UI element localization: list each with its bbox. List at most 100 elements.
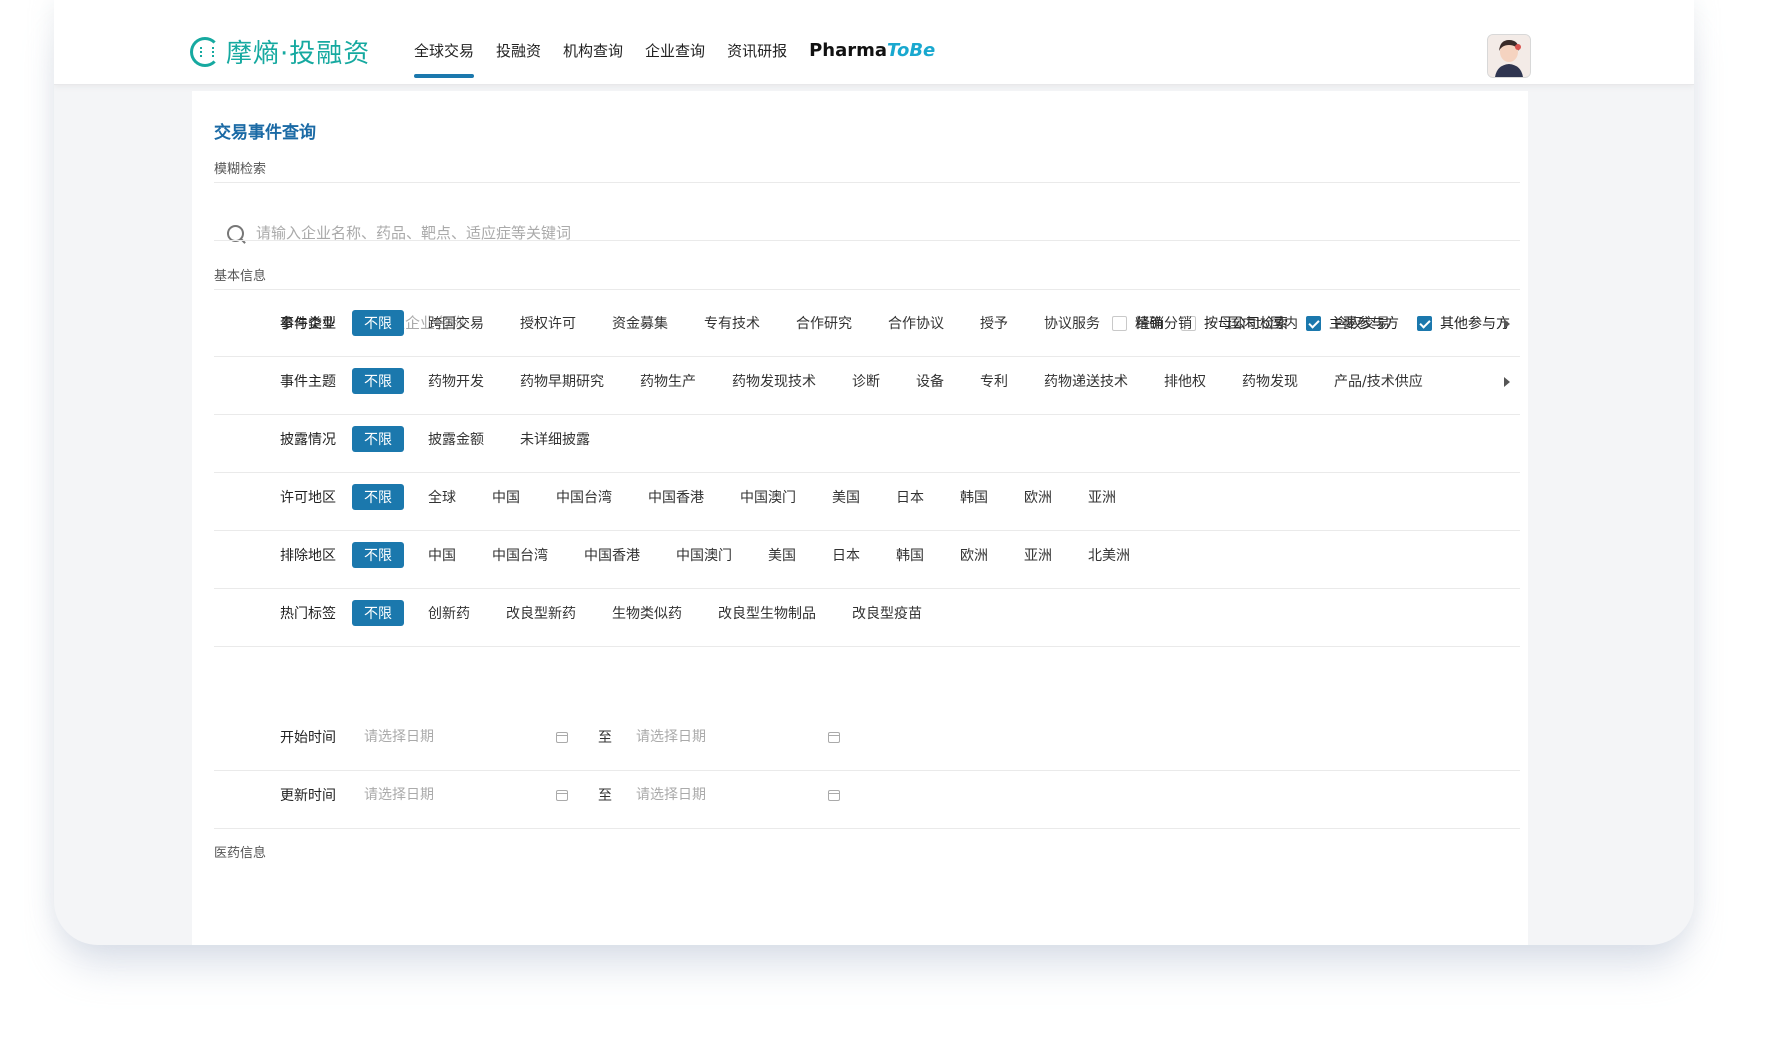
- filter-option[interactable]: 日本: [896, 487, 924, 507]
- filter-option[interactable]: 日本: [832, 545, 860, 565]
- filter-option[interactable]: 中国香港: [584, 545, 640, 565]
- start-date-to-input[interactable]: [634, 728, 828, 746]
- disclosure-options: 不限 披露金额 未详细披露: [352, 426, 626, 452]
- filter-option[interactable]: 协议服务: [1044, 313, 1100, 333]
- update-date-row: 更新时间 至: [214, 762, 1520, 829]
- filter-option[interactable]: 中国: [492, 487, 520, 507]
- brand-logo[interactable]: 摩熵·投融资: [190, 33, 370, 70]
- nav-item-institutions[interactable]: 机构查询: [563, 40, 623, 61]
- nav-item-pharmatobe[interactable]: PharmaToBe: [809, 40, 935, 61]
- expand-arrow-icon[interactable]: [1504, 377, 1510, 387]
- update-date-to-input[interactable]: [634, 786, 828, 804]
- filter-option[interactable]: 中国澳门: [740, 487, 796, 507]
- filter-option[interactable]: 中国澳门: [676, 545, 732, 565]
- start-date-range: 至: [362, 727, 870, 747]
- start-date-row: 开始时间 至: [214, 704, 1520, 771]
- filter-option[interactable]: 资金募集: [612, 313, 668, 333]
- user-avatar[interactable]: [1487, 34, 1531, 78]
- license-region-label: 许可地区: [280, 490, 336, 506]
- filter-option[interactable]: 中国香港: [648, 487, 704, 507]
- filter-option[interactable]: 欧洲: [1024, 487, 1052, 507]
- filter-option[interactable]: 中国: [428, 545, 456, 565]
- calendar-icon[interactable]: [556, 731, 568, 743]
- filter-option[interactable]: 诊断: [852, 371, 880, 391]
- event-theme-options: 不限 药物开发 药物早期研究 药物生产 药物发现技术 诊断 设备 专利 药物递送技术 排他权 药物发…: [352, 368, 1459, 394]
- filter-option[interactable]: 未详细披露: [520, 429, 590, 449]
- filter-option[interactable]: 含权交易: [1334, 313, 1390, 333]
- option-unlimited[interactable]: 不限: [352, 484, 404, 510]
- start-date-from-input[interactable]: [362, 728, 556, 746]
- option-unlimited[interactable]: 不限: [352, 426, 404, 452]
- nav-item-global-trade[interactable]: 全球交易: [414, 40, 475, 78]
- filter-option[interactable]: 药物生产: [640, 371, 696, 391]
- nav-item-financing[interactable]: 投融资: [496, 40, 541, 61]
- filter-option[interactable]: 美国: [768, 545, 796, 565]
- license-region-options: 不限 全球 中国 中国台湾 中国香港 中国澳门 美国 日本 韩国 欧洲 亚洲: [352, 484, 1152, 510]
- filter-option[interactable]: 韩国: [896, 545, 924, 565]
- app-window: 摩熵·投融资 全球交易 投融资 机构查询 企业查询 资讯研报 PharmaToB…: [54, 0, 1694, 945]
- filter-option[interactable]: 经销分销: [1136, 313, 1192, 333]
- event-theme-row: 事件主题 不限 药物开发 药物早期研究 药物生产 药物发现技术 诊断 设备 专利 药物递送技术 排他…: [214, 348, 1520, 415]
- disclosure-label: 披露情况: [280, 432, 336, 448]
- avatar-icon: [1488, 35, 1530, 77]
- event-type-options: 不限 跨国交易 授权许可 资金募集 专有技术 合作研究 合作协议 授予 协议服务 经销分销 国内to…: [352, 310, 1426, 336]
- filter-option[interactable]: 国内to国内: [1228, 313, 1298, 333]
- fuzzy-search-box[interactable]: [214, 200, 1520, 266]
- exclude-region-label: 排除地区: [280, 548, 336, 564]
- filter-option[interactable]: 亚洲: [1088, 487, 1116, 507]
- filter-option[interactable]: 药物发现技术: [732, 371, 816, 391]
- filter-option[interactable]: 北美洲: [1088, 545, 1130, 565]
- filter-option[interactable]: 药物递送技术: [1044, 371, 1128, 391]
- filter-option[interactable]: 跨国交易: [428, 313, 484, 333]
- filter-option[interactable]: 创新药: [428, 603, 470, 623]
- option-unlimited[interactable]: 不限: [352, 542, 404, 568]
- top-navigation-bar: 摩熵·投融资 全球交易 投融资 机构查询 企业查询 资讯研报 PharmaToB…: [54, 0, 1694, 85]
- update-date-from-input[interactable]: [362, 786, 556, 804]
- basic-info-label: 基本信息: [214, 269, 267, 284]
- filter-option[interactable]: 中国台湾: [556, 487, 612, 507]
- filter-option[interactable]: 改良型生物制品: [718, 603, 816, 623]
- filter-option[interactable]: 披露金额: [428, 429, 484, 449]
- divider: [214, 182, 1520, 183]
- filter-option[interactable]: 设备: [916, 371, 944, 391]
- filter-option[interactable]: 药物开发: [428, 371, 484, 391]
- calendar-icon[interactable]: [828, 731, 840, 743]
- calendar-icon[interactable]: [556, 789, 568, 801]
- filter-option[interactable]: 专有技术: [704, 313, 760, 333]
- exclude-region-row: 排除地区 不限 中国 中国台湾 中国香港 中国澳门 美国 日本 韩国 欧洲 亚洲 北美洲: [214, 522, 1520, 589]
- filter-option[interactable]: 改良型新药: [506, 603, 576, 623]
- calendar-icon[interactable]: [828, 789, 840, 801]
- hot-tags-row: 热门标签 不限 创新药 改良型新药 生物类似药 改良型生物制品 改良型疫苗: [214, 580, 1520, 647]
- update-date-range: 至: [362, 785, 870, 805]
- filter-option[interactable]: 合作研究: [796, 313, 852, 333]
- option-unlimited[interactable]: 不限: [352, 600, 404, 626]
- filter-option[interactable]: 亚洲: [1024, 545, 1052, 565]
- disclosure-row: 披露情况 不限 披露金额 未详细披露: [214, 406, 1520, 473]
- brand-part2: ToBe: [887, 40, 936, 61]
- update-date-label: 更新时间: [280, 788, 336, 804]
- filter-option[interactable]: 中国台湾: [492, 545, 548, 565]
- filter-option[interactable]: 全球: [428, 487, 456, 507]
- expand-arrow-icon[interactable]: [1504, 319, 1510, 329]
- filter-option[interactable]: 药物发现: [1242, 371, 1298, 391]
- nav-item-companies[interactable]: 企业查询: [645, 40, 705, 61]
- filter-option[interactable]: 排他权: [1164, 371, 1206, 391]
- filter-option[interactable]: 改良型疫苗: [852, 603, 922, 623]
- option-unlimited[interactable]: 不限: [352, 368, 404, 394]
- nav-item-reports[interactable]: 资讯研报: [727, 40, 787, 61]
- option-unlimited[interactable]: 不限: [352, 310, 404, 336]
- range-separator: 至: [598, 788, 612, 804]
- filter-option[interactable]: 药物早期研究: [520, 371, 604, 391]
- filter-option[interactable]: 韩国: [960, 487, 988, 507]
- filter-option[interactable]: 产品/技术供应: [1334, 371, 1423, 391]
- filter-option[interactable]: 专利: [980, 371, 1008, 391]
- filter-option[interactable]: 合作协议: [888, 313, 944, 333]
- filter-option[interactable]: 授权许可: [520, 313, 576, 333]
- logo-text: 摩熵·投融资: [226, 39, 371, 69]
- divider: [214, 240, 1520, 241]
- filter-option[interactable]: 美国: [832, 487, 860, 507]
- filter-option[interactable]: 欧洲: [960, 545, 988, 565]
- filter-option[interactable]: 授予: [980, 313, 1008, 333]
- license-region-row: 许可地区 不限 全球 中国 中国台湾 中国香港 中国澳门 美国 日本 韩国 欧洲 亚洲: [214, 464, 1520, 531]
- filter-option[interactable]: 生物类似药: [612, 603, 682, 623]
